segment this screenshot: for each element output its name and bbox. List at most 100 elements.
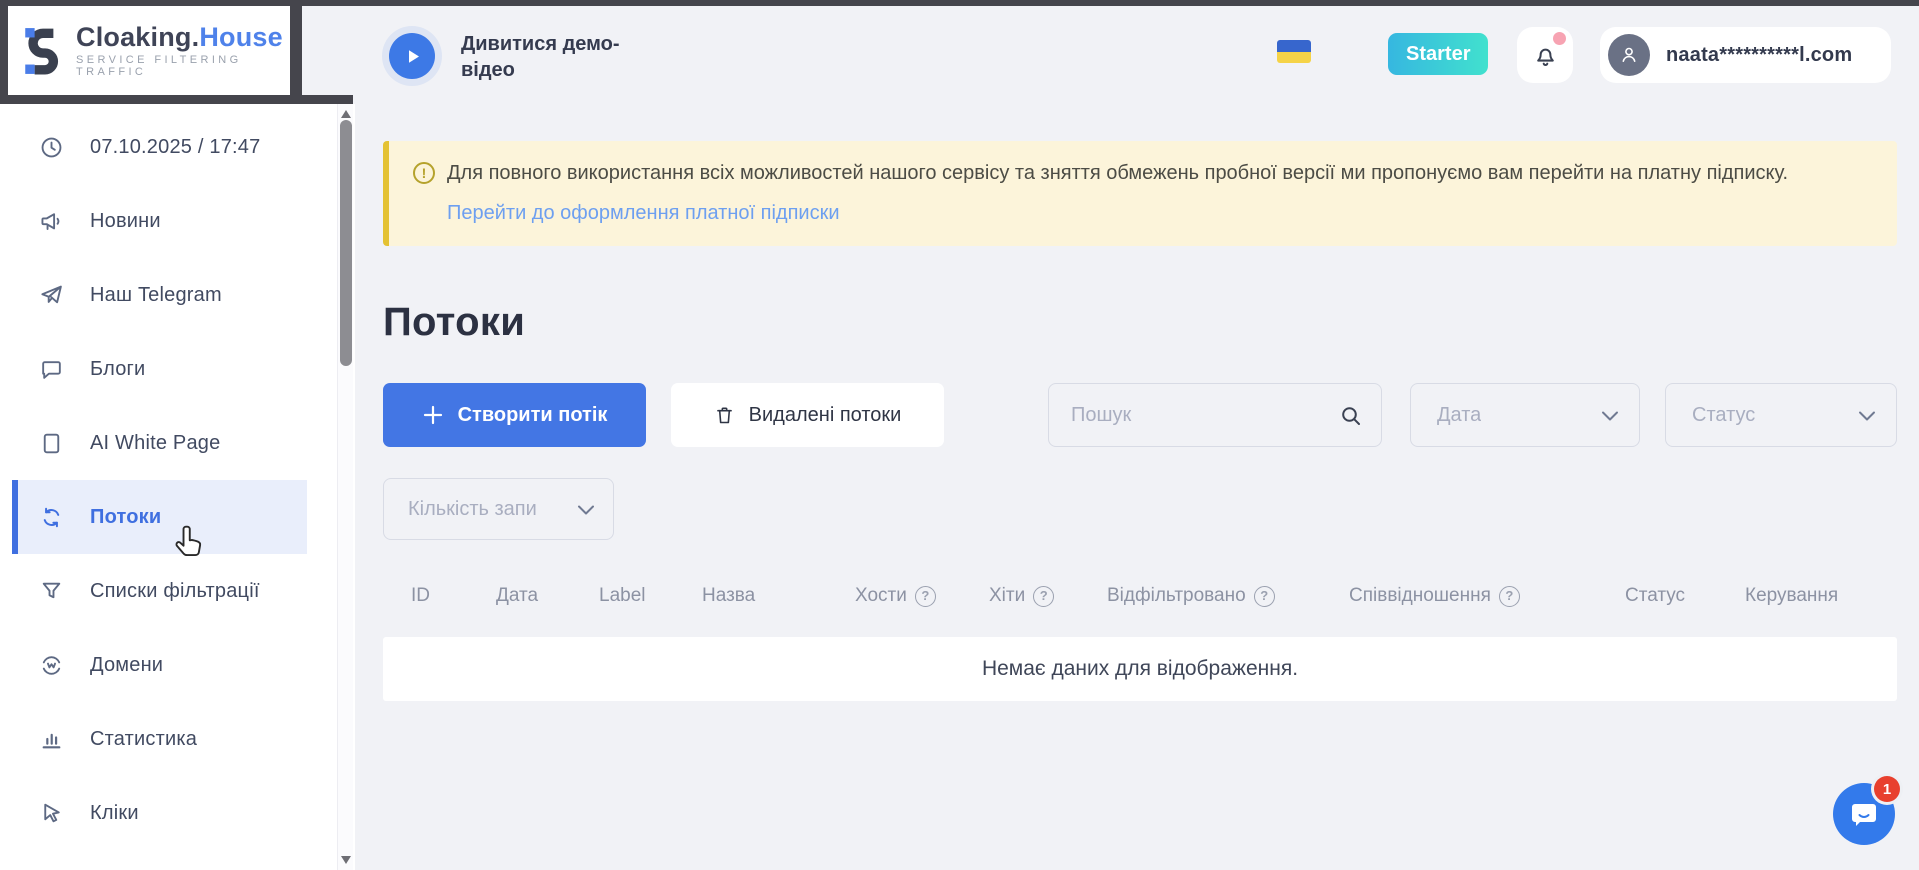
logo-name-primary: Cloaking.: [76, 22, 199, 52]
controls-row: Створити потік Видалені потоки Дата Стат…: [383, 383, 1897, 447]
search-icon: [1339, 404, 1363, 428]
sidebar-item-telegram[interactable]: Наш Telegram: [12, 258, 307, 332]
sidebar-item-label: Статистика: [90, 728, 197, 751]
trial-banner-text: Для повного використання всіх можливосте…: [447, 160, 1788, 187]
play-demo-button[interactable]: [389, 33, 435, 79]
clock-icon: [38, 134, 64, 160]
sidebar-item-label: Потоки: [90, 506, 161, 529]
window-chrome-divider: [290, 0, 302, 104]
deleted-streams-label: Видалені потоки: [749, 404, 902, 427]
megaphone-icon: [38, 208, 64, 234]
chat-unread-badge: 1: [1874, 776, 1900, 802]
status-filter-select[interactable]: Статус: [1665, 383, 1897, 447]
rows-count-label: Кількість запи: [384, 498, 537, 521]
column-header-hits: Хіти?: [989, 585, 1107, 607]
help-icon[interactable]: ?: [915, 586, 936, 607]
sidebar-item-label: Наш Telegram: [90, 284, 222, 307]
sidebar-item-label: Новини: [90, 210, 161, 233]
table-empty-state: Немає даних для відображення.: [383, 637, 1897, 701]
chat-bubble-icon: [38, 356, 64, 382]
flag-yellow-stripe: [1277, 52, 1311, 63]
sidebar-item-statistics[interactable]: Статистика: [12, 702, 307, 776]
column-header-hosts: Хости?: [855, 585, 989, 607]
create-stream-label: Створити потік: [458, 404, 608, 427]
sidebar-item-blogs[interactable]: Блоги: [12, 332, 307, 406]
date-filter-select[interactable]: Дата: [1410, 383, 1640, 447]
plan-badge-button[interactable]: Starter: [1388, 33, 1488, 75]
sidebar-item-domains[interactable]: Домени: [12, 628, 307, 702]
telegram-icon: [38, 282, 64, 308]
demo-video-label[interactable]: Дивитися демо-відео: [461, 31, 621, 83]
sidebar-scrollbar[interactable]: [337, 104, 353, 870]
trial-banner: ! Для повного використання всіх можливос…: [383, 141, 1897, 246]
page-icon: [38, 430, 64, 456]
funnel-icon: [38, 578, 64, 604]
sidebar-item-filter-lists[interactable]: Списки фільтрації: [12, 554, 307, 628]
upgrade-subscription-link[interactable]: Перейти до оформлення платної підписки: [447, 202, 840, 225]
sync-icon: [38, 504, 64, 530]
plus-icon: [422, 404, 444, 426]
search-input[interactable]: [1049, 384, 1381, 446]
date-filter-label: Дата: [1411, 404, 1481, 427]
bar-chart-icon: [38, 726, 64, 752]
deleted-streams-button[interactable]: Видалені потоки: [671, 383, 944, 447]
logo-tagline: SERVICE FILTERING TRAFFIC: [76, 54, 290, 78]
sidebar-item-news[interactable]: Новини: [12, 184, 307, 258]
scrollbar-thumb[interactable]: [340, 120, 352, 366]
flag-blue-stripe: [1277, 40, 1311, 52]
chat-widget-icon: [1847, 797, 1881, 831]
sidebar-item-label: Кліки: [90, 802, 139, 825]
scroll-down-arrow-icon[interactable]: [340, 855, 352, 865]
column-header-date: Дата: [496, 585, 599, 607]
play-icon: [400, 44, 424, 68]
logo-icon: [24, 26, 64, 76]
warning-icon: !: [413, 162, 435, 184]
sidebar-item-clicks[interactable]: Кліки: [12, 776, 307, 850]
help-icon[interactable]: ?: [1254, 586, 1275, 607]
column-header-ratio: Співвідношення?: [1349, 585, 1625, 607]
column-header-actions: Керування: [1745, 585, 1897, 607]
help-icon[interactable]: ?: [1033, 586, 1054, 607]
notifications-button[interactable]: [1517, 27, 1573, 83]
globe-icon: [38, 652, 64, 678]
secondary-controls-row: Кількість запи: [383, 478, 614, 540]
logo-text: Cloaking.House SERVICE FILTERING TRAFFIC: [76, 23, 290, 78]
cursor-icon: [38, 800, 64, 826]
column-header-status: Статус: [1625, 585, 1745, 607]
user-account-button[interactable]: naata**********l.com: [1600, 27, 1891, 83]
user-email: naata**********l.com: [1666, 44, 1852, 67]
rows-count-select[interactable]: Кількість запи: [383, 478, 614, 540]
language-flag-ukraine[interactable]: [1277, 40, 1311, 63]
notification-dot: [1553, 32, 1566, 45]
logo-name-secondary: House: [199, 22, 283, 52]
column-header-id: ID: [411, 585, 496, 607]
bell-icon: [1532, 42, 1559, 69]
avatar: [1608, 34, 1650, 76]
sidebar-item-label: Списки фільтрації: [90, 580, 260, 603]
chevron-down-icon: [1601, 410, 1619, 422]
trash-icon: [714, 405, 735, 426]
sidebar-item-datetime: 07.10.2025 / 17:47: [12, 110, 307, 184]
app-logo[interactable]: Cloaking.House SERVICE FILTERING TRAFFIC: [8, 6, 290, 95]
chevron-down-icon: [1858, 410, 1876, 422]
window-chrome-divider: [0, 95, 353, 104]
sidebar-item-label: Блоги: [90, 358, 145, 381]
help-icon[interactable]: ?: [1499, 586, 1520, 607]
person-icon: [1617, 43, 1641, 67]
search-field: [1048, 383, 1382, 447]
sidebar-item-label: Домени: [90, 654, 163, 677]
column-header-label: Label: [599, 585, 702, 607]
scroll-up-arrow-icon[interactable]: [340, 109, 352, 119]
empty-state-text: Немає даних для відображення.: [982, 657, 1298, 681]
sidebar-item-label: AI White Page: [90, 432, 220, 455]
create-stream-button[interactable]: Створити потік: [383, 383, 646, 447]
sidebar-item-streams[interactable]: Потоки: [12, 480, 307, 554]
support-chat-button[interactable]: 1: [1833, 783, 1895, 845]
sidebar: 07.10.2025 / 17:47 Новини Наш Telegram Б…: [0, 104, 355, 870]
table-header: ID Дата Label Назва Хости? Хіти? Відфіль…: [383, 585, 1897, 607]
chevron-down-icon: [577, 504, 595, 516]
page-title: Потоки: [383, 300, 525, 345]
column-header-filtered: Відфільтровано?: [1107, 585, 1349, 607]
sidebar-item-ai-white-page[interactable]: AI White Page: [12, 406, 307, 480]
window-chrome-left: [0, 0, 8, 104]
